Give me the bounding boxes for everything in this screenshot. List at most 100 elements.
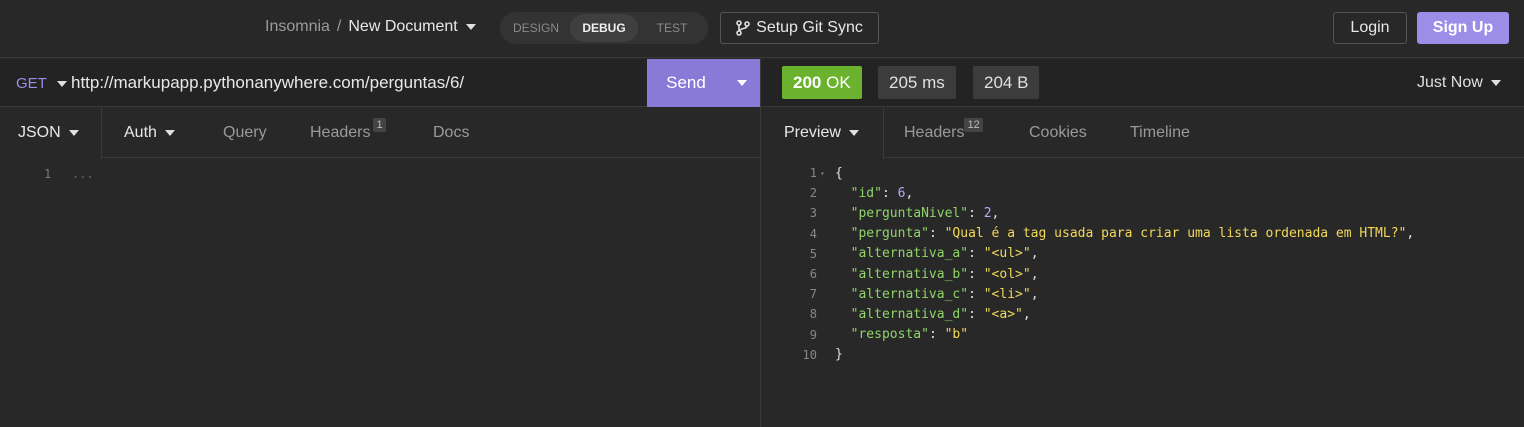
json-colon: :	[881, 185, 898, 201]
method-selector[interactable]: GET	[16, 75, 67, 92]
json-key: "alternativa_c"	[850, 286, 969, 302]
setup-git-sync-label: Setup Git Sync	[756, 19, 863, 36]
json-comma: ,	[991, 205, 1000, 221]
response-tabs: Preview Headers 12 Cookies Timeline	[761, 108, 1524, 159]
body-type-label: JSON	[18, 124, 61, 141]
mode-design[interactable]: DESIGN	[502, 14, 570, 42]
json-value: "<a>"	[983, 306, 1023, 322]
json-key: "perguntaNivel"	[850, 205, 969, 221]
json-comma: ,	[1030, 246, 1039, 262]
tab-headers-label: Headers	[310, 124, 371, 141]
fold-toggle-icon[interactable]: ▾	[817, 169, 835, 178]
status-text: OK	[826, 73, 851, 92]
json-colon: :	[968, 246, 984, 262]
line-number: 9	[809, 327, 817, 342]
signup-button[interactable]: Sign Up	[1417, 12, 1509, 44]
code-line: 7 "alternativa_c": "<li>",	[761, 284, 1524, 304]
code-line: 5 "alternativa_a": "<ul>",	[761, 244, 1524, 264]
response-timestamp: Just Now	[1417, 74, 1483, 91]
chevron-down-icon[interactable]	[737, 80, 747, 86]
code-line: 3 "perguntaNivel": 2,	[761, 203, 1524, 223]
line-number: 2	[809, 186, 817, 201]
json-key: "alternativa_a"	[850, 246, 969, 262]
setup-git-sync-button[interactable]: Setup Git Sync	[720, 12, 879, 44]
tab-headers[interactable]: Headers 1	[310, 118, 386, 142]
method-label: GET	[16, 75, 47, 92]
json-colon: :	[968, 266, 984, 282]
chevron-down-icon	[1490, 80, 1501, 86]
json-comma: ,	[1030, 266, 1039, 282]
line-number: 5	[809, 246, 817, 261]
tab-auth[interactable]: Auth	[124, 124, 175, 142]
json-value: "<li>"	[983, 286, 1031, 302]
json-value: "<ol>"	[983, 266, 1031, 282]
chevron-down-icon	[848, 130, 859, 136]
send-button[interactable]: Send	[647, 59, 760, 107]
json-colon: :	[928, 226, 945, 242]
response-time-badge: 205 ms	[878, 66, 956, 99]
json-key: "resposta"	[850, 327, 929, 343]
document-name[interactable]: New Document	[348, 18, 457, 36]
tab-query[interactable]: Query	[223, 124, 267, 142]
code-line: 2 "id": 6,	[761, 183, 1524, 203]
json-comma: ,	[905, 185, 914, 201]
tab-response-headers[interactable]: Headers 12	[904, 118, 983, 142]
response-body-viewer[interactable]: 1 ▾{2 "id": 6,3 "perguntaNivel": 2, 4 "per…	[761, 163, 1524, 365]
code-line: 6 "alternativa_b": "<ol>",	[761, 264, 1524, 284]
editor-placeholder: ...	[72, 167, 94, 181]
preview-mode-selector[interactable]: Preview	[784, 124, 859, 142]
tab-cookies[interactable]: Cookies	[1029, 124, 1087, 142]
json-colon: :	[968, 306, 984, 322]
json-key: "alternativa_d"	[850, 306, 969, 322]
tab-docs[interactable]: Docs	[433, 124, 469, 142]
line-number: 4	[809, 226, 817, 241]
login-button[interactable]: Login	[1333, 12, 1407, 44]
json-comma: ,	[1030, 286, 1039, 302]
chevron-down-icon	[164, 130, 175, 136]
chevron-down-icon	[68, 130, 79, 136]
url-input[interactable]: http://markupapp.pythonanywhere.com/perg…	[71, 73, 464, 93]
mode-switcher: DESIGN DEBUG TEST	[500, 12, 708, 44]
json-value: 2	[983, 205, 992, 221]
tab-timeline[interactable]: Timeline	[1130, 124, 1190, 142]
line-number: 6	[809, 267, 817, 282]
json-colon: :	[968, 286, 984, 302]
response-status-bar: 200 OK 205 ms 204 B Just Now	[761, 59, 1524, 107]
breadcrumb-separator: /	[336, 18, 342, 35]
status-code: 200	[793, 73, 822, 92]
line-number: 10	[802, 347, 817, 362]
line-number: 1	[44, 167, 52, 181]
send-label: Send	[666, 73, 706, 92]
tab-body[interactable]: JSON	[0, 108, 102, 159]
response-size-badge: 204 B	[973, 66, 1040, 99]
chevron-down-icon	[56, 80, 67, 87]
json-key: "pergunta"	[850, 226, 929, 242]
chevron-down-icon[interactable]	[465, 24, 476, 30]
response-history-selector[interactable]: Just Now	[1417, 74, 1501, 92]
preview-label: Preview	[784, 124, 841, 141]
json-value: 6	[897, 185, 906, 201]
mode-debug[interactable]: DEBUG	[570, 14, 638, 42]
json-key: "alternativa_b"	[850, 266, 969, 282]
breadcrumb: Insomnia / New Document	[265, 18, 476, 36]
json-value: "b"	[944, 327, 969, 343]
request-body-editor[interactable]: 1 ...	[0, 159, 760, 427]
mode-test[interactable]: TEST	[638, 14, 706, 42]
json-brace: }	[835, 347, 843, 363]
json-value: "<ul>"	[983, 246, 1031, 262]
code-line: 8 "alternativa_d": "<a>",	[761, 304, 1524, 324]
tab-preview[interactable]: Preview	[761, 108, 884, 159]
code-line: 10}	[761, 345, 1524, 365]
request-tabs: JSON Auth Query Headers 1 Docs	[0, 108, 760, 159]
code-line: 1 ▾{	[761, 163, 1524, 183]
breadcrumb-app[interactable]: Insomnia	[265, 18, 330, 36]
line-number: 7	[809, 287, 817, 302]
tab-response-headers-label: Headers	[904, 124, 965, 141]
body-type-selector[interactable]: JSON	[18, 124, 79, 142]
line-number: 1	[809, 166, 817, 181]
